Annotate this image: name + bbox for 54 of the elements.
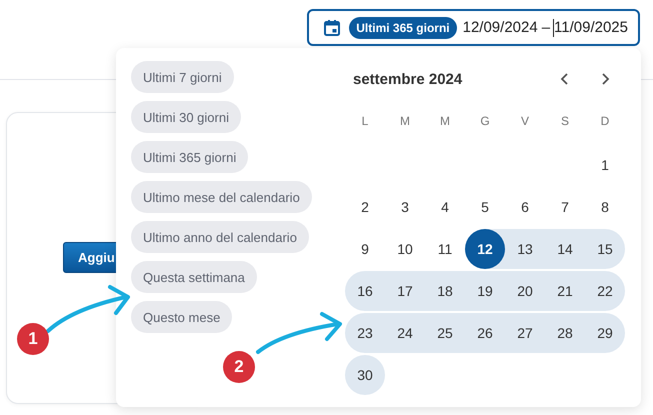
calendar-day[interactable]: 7 xyxy=(545,187,585,227)
weekday-label: D xyxy=(600,113,610,130)
calendar-day[interactable]: 18 xyxy=(425,271,465,311)
date-range-field[interactable]: Ultimi 365 giorni 12/09/2024 – 11/09/2025 xyxy=(307,9,640,46)
calendar-day[interactable]: 13 xyxy=(505,229,545,269)
preset-chip: Ultimi 365 giorni xyxy=(349,16,457,38)
calendar-day[interactable]: 27 xyxy=(505,313,545,353)
weekday-label: S xyxy=(560,113,570,130)
calendar-day[interactable]: 16 xyxy=(345,271,385,311)
calendar-day[interactable]: 2 xyxy=(345,187,385,227)
weekday-label: L xyxy=(360,113,370,130)
end-date: 11/09/2025 xyxy=(554,19,628,36)
calendar-day[interactable]: 21 xyxy=(545,271,585,311)
calendar-day[interactable]: 5 xyxy=(465,187,505,227)
calendar-day[interactable]: 23 xyxy=(345,313,385,353)
date-separator: – xyxy=(542,19,550,36)
text-cursor xyxy=(553,18,554,36)
month-title: settembre 2024 xyxy=(352,70,464,88)
selected-day[interactable]: 12 xyxy=(465,229,505,269)
calendar-day[interactable]: 26 xyxy=(465,313,505,353)
calendar-day[interactable]: 14 xyxy=(545,229,585,269)
calendar-day[interactable]: 11 xyxy=(425,229,465,269)
calendar-icon xyxy=(323,18,342,36)
weekday-label: V xyxy=(520,113,530,130)
calendar-day[interactable]: 15 xyxy=(585,229,625,269)
start-date: 12/09/2024 xyxy=(462,19,538,36)
preset-option[interactable]: Questa settimana xyxy=(131,261,257,293)
calendar-day[interactable]: 28 xyxy=(545,313,585,353)
calendar-day[interactable]: 30 xyxy=(345,355,385,395)
weekday-label: G xyxy=(479,113,491,130)
calendar-day[interactable]: 10 xyxy=(385,229,425,269)
calendar-day[interactable]: 29 xyxy=(585,313,625,353)
calendar-day[interactable]: 1 xyxy=(585,145,625,185)
preset-option[interactable]: Ultimo mese del calendario xyxy=(131,181,312,213)
calendar-day[interactable]: 8 xyxy=(585,187,625,227)
preset-option[interactable]: Ultimi 365 giorni xyxy=(131,141,248,173)
calendar-day[interactable]: 6 xyxy=(505,187,545,227)
chevron-left-icon xyxy=(560,72,570,86)
preset-option[interactable]: Ultimi 7 giorni xyxy=(131,61,234,93)
preset-option[interactable]: Ultimo anno del calendario xyxy=(131,221,309,253)
weekday-label: M xyxy=(399,113,411,130)
calendar-day[interactable]: 25 xyxy=(425,313,465,353)
weekday-label: M xyxy=(439,113,451,130)
calendar-day[interactable]: 19 xyxy=(465,271,505,311)
calendar-day[interactable]: 17 xyxy=(385,271,425,311)
preset-option[interactable]: Questo mese xyxy=(131,301,232,333)
calendar-day[interactable]: 4 xyxy=(425,187,465,227)
chevron-right-icon xyxy=(600,72,610,86)
calendar-day[interactable]: 22 xyxy=(585,271,625,311)
preset-option[interactable]: Ultimi 30 giorni xyxy=(131,101,241,133)
calendar-day[interactable]: 24 xyxy=(385,313,425,353)
calendar-day[interactable]: 9 xyxy=(345,229,385,269)
calendar-day[interactable]: 20 xyxy=(505,271,545,311)
calendar-day[interactable]: 3 xyxy=(385,187,425,227)
